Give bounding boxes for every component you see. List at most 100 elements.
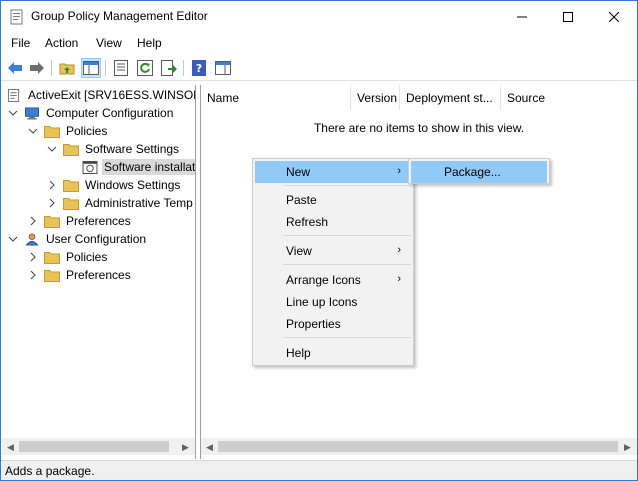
- app-icon: [10, 9, 23, 25]
- menu-help[interactable]: Help: [137, 36, 162, 50]
- tree-item-computer-preferences[interactable]: Preferences: [28, 212, 131, 230]
- context-menu-help[interactable]: Help: [255, 342, 411, 364]
- context-menu-paste[interactable]: Paste: [255, 189, 411, 211]
- forward-button[interactable]: [27, 58, 47, 78]
- properties-button[interactable]: [111, 58, 131, 78]
- menu-action[interactable]: Action: [45, 36, 78, 50]
- menu-item-label: Paste: [286, 193, 317, 207]
- back-button[interactable]: [5, 58, 25, 78]
- context-menu-properties[interactable]: Properties: [255, 313, 411, 335]
- context-menu-new[interactable]: New ›: [255, 161, 411, 183]
- submenu-arrow-icon: ›: [397, 273, 401, 285]
- tree-item-user-configuration[interactable]: User Configuration: [8, 230, 146, 248]
- close-icon: [609, 11, 619, 22]
- menu-item-label: Line up Icons: [286, 295, 358, 309]
- context-menu-refresh[interactable]: Refresh: [255, 211, 411, 233]
- export-list-button[interactable]: [159, 58, 179, 78]
- properties-icon: [114, 60, 128, 76]
- forward-arrow-icon: [30, 62, 44, 74]
- window-title: Group Policy Management Editor: [31, 9, 208, 23]
- menu-item-label: Refresh: [286, 215, 329, 229]
- folder-icon: [63, 197, 79, 210]
- list-horizontal-scrollbar[interactable]: ◀ ▶: [201, 438, 637, 455]
- scrollbar-thumb[interactable]: [218, 441, 618, 452]
- column-header-deployment-state[interactable]: Deployment st...: [400, 85, 501, 110]
- help-button[interactable]: ?: [189, 58, 209, 78]
- tree-item-user-policies[interactable]: Policies: [28, 248, 107, 266]
- tree-horizontal-scrollbar[interactable]: ◀ ▶: [2, 438, 195, 455]
- menu-item-label: Help: [286, 346, 311, 360]
- tree-label: Software installat: [102, 159, 196, 175]
- empty-list-message: There are no items to show in this view.: [313, 121, 525, 135]
- menu-file[interactable]: File: [11, 36, 30, 50]
- scroll-left-icon[interactable]: ◀: [206, 442, 213, 453]
- back-arrow-icon: [8, 62, 22, 74]
- tree-item-software-settings[interactable]: Software Settings: [47, 140, 179, 158]
- tree-label: Preferences: [66, 214, 131, 228]
- tree-item-root[interactable]: ActiveExit [SRV16ESS.WINSOFT.: [6, 86, 195, 104]
- tree-item-computer-configuration[interactable]: Computer Configuration: [8, 104, 173, 122]
- maximize-button[interactable]: [545, 1, 591, 32]
- column-header-source[interactable]: Source: [501, 85, 591, 110]
- toolbar-separator: [105, 60, 106, 76]
- folder-icon: [44, 269, 60, 282]
- chevron-right-icon[interactable]: [47, 198, 57, 208]
- export-list-icon: [161, 60, 177, 76]
- menu-item-label: View: [286, 244, 312, 258]
- toolbar-separator: [51, 60, 52, 76]
- column-header-version[interactable]: Version: [351, 85, 400, 110]
- minimize-button[interactable]: [499, 1, 545, 32]
- show-hide-tree-button[interactable]: [81, 58, 101, 78]
- tree-item-computer-policies[interactable]: Policies: [28, 122, 107, 140]
- up-one-level-button[interactable]: [57, 58, 77, 78]
- chevron-down-icon[interactable]: [8, 234, 18, 244]
- folder-icon: [44, 215, 60, 228]
- tree-label: Preferences: [66, 268, 131, 282]
- help-icon: ?: [192, 60, 206, 76]
- context-menu-view[interactable]: View ›: [255, 240, 411, 262]
- menu-item-label: Properties: [286, 317, 341, 331]
- column-header-name[interactable]: Name: [201, 85, 351, 110]
- show-action-pane-button[interactable]: [213, 58, 233, 78]
- tree-label: Software Settings: [85, 142, 180, 156]
- software-install-icon: [82, 160, 98, 174]
- chevron-down-icon[interactable]: [47, 144, 57, 154]
- chevron-down-icon[interactable]: [8, 108, 18, 118]
- context-menu-line-up-icons[interactable]: Line up Icons: [255, 291, 411, 313]
- submenu-arrow-icon: ›: [397, 244, 401, 256]
- scroll-left-icon[interactable]: ◀: [7, 442, 14, 453]
- refresh-icon: [137, 60, 153, 76]
- tree-pane: ActiveExit [SRV16ESS.WINSOFT. Computer C…: [2, 85, 196, 459]
- menu-item-label: Arrange Icons: [286, 273, 361, 287]
- chevron-right-icon[interactable]: [28, 216, 38, 226]
- scroll-right-icon[interactable]: ▶: [624, 442, 631, 453]
- close-button[interactable]: [591, 1, 637, 32]
- submenu-arrow-icon: ›: [397, 165, 401, 177]
- title-bar: Group Policy Management Editor: [1, 1, 637, 32]
- chevron-right-icon[interactable]: [47, 180, 57, 190]
- scrollbar-thumb[interactable]: [19, 441, 169, 452]
- menu-separator: [283, 337, 411, 338]
- scroll-right-icon[interactable]: ▶: [182, 442, 189, 453]
- tree-item-administrative-templates[interactable]: Administrative Temp: [47, 194, 193, 212]
- submenu-package[interactable]: Package...: [411, 161, 547, 183]
- menu-view[interactable]: View: [96, 36, 122, 50]
- refresh-button[interactable]: [135, 58, 155, 78]
- folder-icon: [44, 251, 60, 264]
- menu-separator: [283, 185, 411, 186]
- up-folder-icon: [59, 63, 75, 75]
- folder-icon: [44, 125, 60, 138]
- chevron-down-icon[interactable]: [28, 126, 38, 136]
- tree-item-software-installation[interactable]: Software installat: [82, 158, 196, 176]
- tree-item-user-preferences[interactable]: Preferences: [28, 266, 131, 284]
- computer-icon: [25, 106, 39, 120]
- context-menu-arrange-icons[interactable]: Arrange Icons ›: [255, 269, 411, 291]
- tree-item-windows-settings[interactable]: Windows Settings: [47, 176, 180, 194]
- maximize-icon: [563, 11, 573, 22]
- chevron-right-icon[interactable]: [28, 252, 38, 262]
- folder-icon: [63, 179, 79, 192]
- menu-separator: [283, 264, 411, 265]
- tree-label: Computer Configuration: [46, 106, 174, 120]
- chevron-right-icon[interactable]: [28, 270, 38, 280]
- tree-label: Windows Settings: [85, 178, 181, 192]
